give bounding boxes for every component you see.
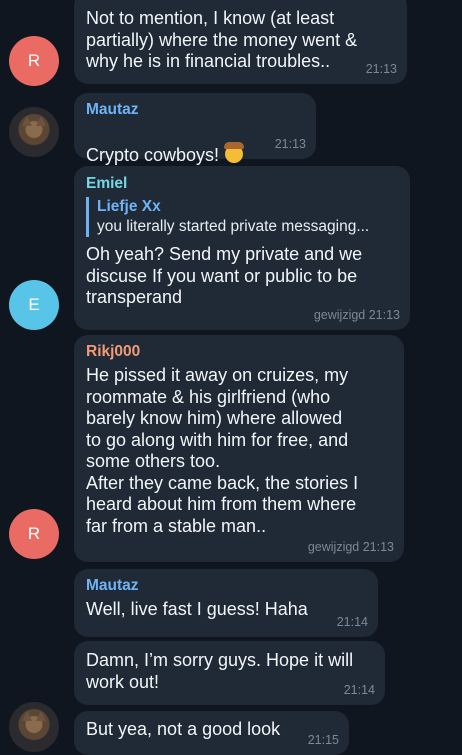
- avatar-letter: R: [27, 51, 41, 70]
- message-text: Damn, I’m sorry guys. Hope it will work …: [86, 650, 354, 692]
- sender-name[interactable]: Mautaz: [86, 576, 366, 596]
- avatar-emiel[interactable]: E: [9, 280, 59, 330]
- message-time: 21:14: [343, 683, 375, 697]
- cat-ear-icon: [36, 711, 46, 721]
- message-text: But yea, not a good look: [86, 719, 281, 739]
- message-bubble[interactable]: Emiel Liefje Xx you literally started pr…: [74, 166, 410, 330]
- message-text: He pissed it away on cruizes, my roommat…: [86, 365, 359, 536]
- message-text: Well, live fast I guess! Haha: [86, 599, 308, 619]
- message-text: Crypto cowboys!: [86, 123, 304, 166]
- chat-screen: Not to mention, I know (at least partial…: [0, 0, 462, 755]
- message-bubble[interactable]: Not to mention, I know (at least partial…: [74, 0, 407, 84]
- message-text: Not to mention, I know (at least partial…: [86, 8, 358, 71]
- message-time: 21:15: [307, 733, 339, 747]
- message-text-content: Crypto cowboys!: [86, 144, 220, 165]
- cat-ear-icon: [36, 116, 46, 126]
- reply-text: you literally started private messaging.…: [97, 218, 370, 235]
- cowboy-face-emoji-icon: [224, 141, 245, 163]
- avatar-rikj000[interactable]: R: [9, 36, 59, 86]
- message-time: gewijzigd 21:13: [307, 540, 394, 554]
- message-time: 21:13: [274, 137, 306, 151]
- reply-author: Liefje Xx: [97, 198, 161, 215]
- reply-quote[interactable]: Liefje Xx you literally started private …: [86, 197, 398, 237]
- avatar-rikj000[interactable]: R: [9, 509, 59, 559]
- message-time: 21:14: [336, 615, 368, 629]
- avatar-mautaz[interactable]: [9, 107, 59, 157]
- cat-ear-icon: [22, 116, 32, 126]
- avatar-letter: E: [28, 295, 40, 314]
- sender-name[interactable]: Emiel: [86, 174, 398, 194]
- message-bubble[interactable]: Mautaz Crypto cowboys! 21:13: [74, 93, 316, 165]
- sender-name[interactable]: Rikj000: [86, 342, 392, 362]
- message-bubble[interactable]: Damn, I’m sorry guys. Hope it will work …: [74, 641, 385, 705]
- avatar-letter: R: [27, 524, 41, 543]
- message-text: Oh yeah? Send my private and we discuse …: [86, 244, 363, 307]
- message-bubble[interactable]: Rikj000 He pissed it away on cruizes, my…: [74, 335, 404, 562]
- message-bubble[interactable]: But yea, not a good look 21:15: [74, 711, 349, 755]
- sender-name[interactable]: Mautaz: [86, 100, 304, 120]
- avatar-mautaz[interactable]: [9, 702, 59, 752]
- message-bubble[interactable]: Mautaz Well, live fast I guess! Haha 21:…: [74, 569, 378, 637]
- message-time: gewijzigd 21:13: [313, 308, 400, 322]
- cat-ear-icon: [22, 711, 32, 721]
- message-time: 21:13: [365, 62, 397, 76]
